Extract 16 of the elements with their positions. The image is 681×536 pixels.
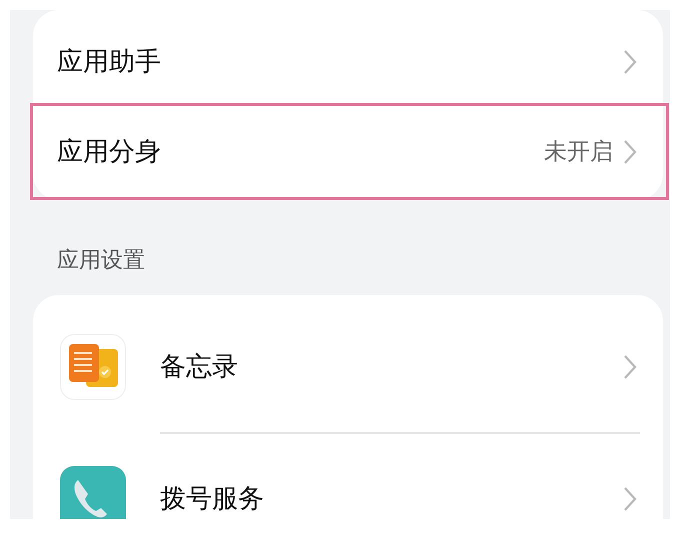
app-name: 备忘录 (160, 350, 238, 384)
settings-row[interactable]: 应用助手 (33, 17, 663, 107)
section-title: 应用设置 (56, 247, 146, 275)
app-name: 拨号服务 (160, 482, 264, 516)
chevron-icon (623, 486, 637, 512)
phone-app-icon (60, 466, 126, 519)
chevron-icon (623, 354, 637, 380)
row-label: 应用分身 (57, 136, 161, 168)
settings-row[interactable]: 应用分身 未开启 (33, 107, 663, 197)
app-row[interactable]: 备忘录 (33, 302, 663, 432)
chevron-icon (623, 139, 637, 165)
row-label: 应用助手 (57, 46, 161, 78)
chevron-icon (623, 49, 637, 75)
notes-app-icon (60, 334, 126, 400)
row-value: 未开启 (544, 138, 613, 167)
app-row[interactable]: 拨号服务 (33, 434, 663, 519)
